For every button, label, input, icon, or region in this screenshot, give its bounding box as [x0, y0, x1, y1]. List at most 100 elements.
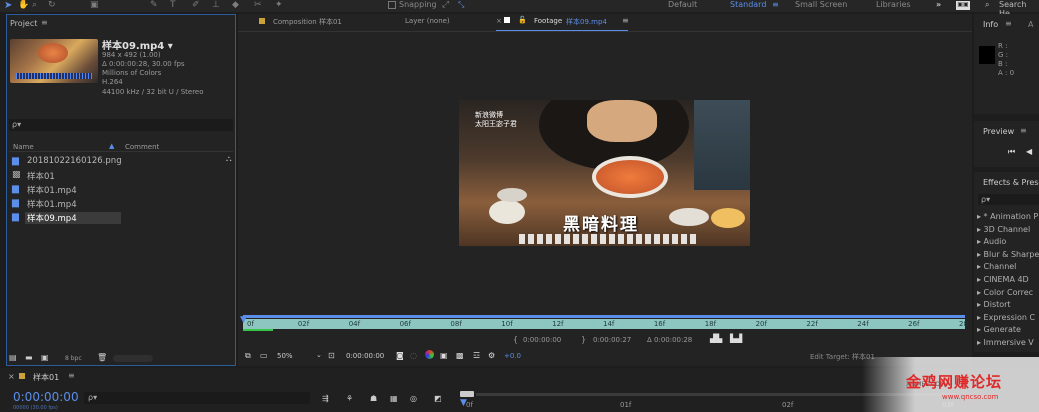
exposure-offset[interactable]: +0.0 — [504, 352, 521, 360]
tab-layer[interactable]: Layer (none) — [405, 17, 450, 25]
first-frame-icon[interactable]: ⏮ — [1008, 147, 1015, 157]
effect-category[interactable]: ▸ Blur & Sharpe — [977, 250, 1039, 259]
tab-footage-label[interactable]: Footage — [534, 17, 562, 25]
puppet-tool-icon[interactable]: ✦ — [275, 0, 283, 10]
title-safe-icon[interactable]: ⊡ — [328, 351, 335, 360]
audio-tab[interactable]: A — [1028, 20, 1033, 29]
panel-menu-icon[interactable]: ≡ — [41, 18, 48, 27]
playhead-icon[interactable]: ▼ — [240, 315, 247, 325]
snapping-checkbox[interactable] — [388, 1, 396, 9]
effect-category[interactable]: ▸ Expression C — [977, 313, 1035, 322]
snap-icon[interactable]: ⤢ — [442, 0, 449, 10]
tab-composition[interactable]: Composition 样本01 — [273, 17, 342, 27]
snapshot-icon[interactable]: ◙ — [396, 351, 404, 360]
selection-tool-icon[interactable]: ➤ — [4, 0, 12, 11]
pen-tool-icon[interactable]: ✎ — [150, 0, 158, 10]
zoom-tool-icon[interactable]: ⌕ — [32, 0, 37, 10]
bpc-label[interactable]: 8 bpc — [65, 355, 82, 362]
brush-tool-icon[interactable]: ✐ — [192, 0, 200, 10]
monitor-icon[interactable]: ▭ — [260, 351, 268, 360]
file-row[interactable]: ▆ 样本01.mp4 — [9, 197, 225, 210]
file-row[interactable]: ▆ 20181022160126.png — [9, 155, 225, 168]
channel-icon[interactable] — [425, 350, 434, 359]
time-ruler[interactable]: ▼ 0f 02f 04f 06f 08f 10f 12f 14f 16f 18f 20f 22f 24f… — [240, 315, 968, 329]
close-tab-icon[interactable]: × — [496, 17, 502, 25]
show-snapshot-icon[interactable]: ◌ — [410, 351, 417, 360]
frame-blending-icon[interactable]: ▦ — [390, 394, 398, 403]
timeline-comp-tab[interactable]: 样本01 — [33, 372, 59, 383]
work-area-bar[interactable] — [243, 315, 965, 318]
snap-options-icon[interactable]: ⤡ — [458, 0, 464, 10]
shy-layers-icon[interactable]: ☗ — [370, 394, 377, 403]
transparency-grid-icon[interactable]: ▩ — [456, 351, 464, 360]
footage-name[interactable]: 样本09.mp4 ▾ — [102, 37, 173, 52]
name-column-header[interactable]: Name — [13, 143, 34, 151]
file-row[interactable]: ▆ 样本09.mp4 — [9, 211, 225, 224]
hand-tool-icon[interactable]: ✋ — [18, 0, 29, 10]
file-row[interactable]: ▩ 样本01 — [9, 169, 225, 182]
effect-category[interactable]: ▸ Color Correc — [977, 288, 1033, 297]
always-preview-icon[interactable]: ⧉ — [245, 351, 251, 361]
workspace-menu-icon[interactable]: ≡ — [772, 0, 779, 9]
file-row[interactable]: ▆ 样本01.mp4 — [9, 183, 225, 196]
project-search[interactable]: ρ▾ — [9, 119, 233, 131]
fast-preview-icon[interactable]: ⚙ — [488, 351, 495, 360]
comp-mini-flowchart-icon[interactable]: ⇶ — [322, 394, 329, 403]
workspace-default[interactable]: Default — [668, 0, 697, 9]
project-tab[interactable]: Project — [10, 19, 37, 28]
comp-flowchart-icon[interactable]: ☲ — [473, 351, 480, 360]
motion-blur-icon[interactable]: ◎ — [410, 394, 417, 403]
draft-3d-icon[interactable]: ⚘ — [346, 394, 353, 403]
out-point-icon[interactable]: } — [581, 335, 586, 344]
overlay-edit-icon[interactable]: ▙▟ — [730, 334, 742, 343]
rotate-tool-icon[interactable]: ↻ — [48, 0, 56, 10]
out-point-time[interactable]: 0:00:00:27 — [593, 336, 631, 344]
sync-settings-icon[interactable]: ▣▣ — [956, 1, 970, 10]
tab-footage-name[interactable]: 样本09.mp4 — [566, 17, 607, 27]
more-workspaces-icon[interactable]: » — [936, 0, 941, 9]
in-point-icon[interactable]: { — [513, 335, 518, 344]
info-tab[interactable]: Info — [983, 20, 998, 29]
workspace-libraries[interactable]: Libraries — [876, 0, 911, 9]
timeline-search[interactable]: ρ▾ — [84, 392, 310, 404]
new-comp-icon[interactable]: ▣ — [41, 353, 49, 362]
tab-menu-icon[interactable]: ≡ — [622, 16, 629, 25]
hierarchy-icon[interactable]: ⛬ — [226, 154, 232, 164]
effect-category[interactable]: ▸ Channel — [977, 262, 1016, 271]
effect-category[interactable]: ▸ * Animation P — [977, 212, 1038, 221]
clone-tool-icon[interactable]: ⊥ — [212, 0, 220, 10]
type-tool-icon[interactable]: T — [170, 0, 176, 10]
camera-tool-icon[interactable]: ▣ — [90, 0, 99, 10]
effect-category[interactable]: ▸ Distort — [977, 300, 1011, 309]
workspace-small-screen[interactable]: Small Screen — [795, 0, 847, 9]
effect-category[interactable]: ▸ Audio — [977, 237, 1006, 246]
current-time[interactable]: 0:00:00:00 — [346, 352, 384, 360]
eraser-tool-icon[interactable]: ◆ — [232, 0, 239, 10]
comment-column-header[interactable]: Comment — [125, 143, 159, 151]
workspace-standard[interactable]: Standard — [730, 0, 766, 9]
timeline-close-icon[interactable]: × — [8, 372, 15, 381]
roto-tool-icon[interactable]: ✂ — [254, 0, 262, 10]
zoom-dropdown[interactable]: 50% — [277, 352, 293, 360]
preview-tab[interactable]: Preview — [983, 127, 1014, 136]
effect-category[interactable]: ▸ 3D Channel — [977, 225, 1030, 234]
lock-icon[interactable]: 🔓 — [518, 16, 527, 24]
search-help-icon[interactable]: ⌕ — [985, 0, 989, 10]
trash-icon[interactable]: 🗑 — [97, 353, 107, 362]
zoom-chevron-icon[interactable]: ⌄ — [316, 351, 322, 359]
in-point-time[interactable]: 0:00:00:00 — [523, 336, 561, 344]
sort-up-icon[interactable]: ▲ — [109, 142, 114, 150]
prev-frame-icon[interactable]: ◀ — [1026, 147, 1032, 156]
effect-category[interactable]: ▸ Immersive V — [977, 338, 1034, 347]
graph-editor-icon[interactable]: ◩ — [434, 394, 442, 403]
thumbnail-scroll[interactable] — [113, 355, 153, 362]
new-folder-icon[interactable]: ▬ — [25, 353, 33, 362]
preview-menu-icon[interactable]: ≡ — [1020, 126, 1027, 135]
effect-category[interactable]: ▸ CINEMA 4D — [977, 275, 1029, 284]
timeline-menu-icon[interactable]: ≡ — [68, 371, 75, 380]
info-menu-icon[interactable]: ≡ — [1005, 19, 1012, 28]
timeline-zoom-start[interactable] — [460, 391, 474, 397]
effects-search[interactable]: ρ▾ — [978, 194, 1039, 205]
ripple-insert-icon[interactable]: ▟▙ — [710, 334, 722, 343]
timeline-current-time[interactable]: 0:00:00:00 — [13, 390, 79, 404]
